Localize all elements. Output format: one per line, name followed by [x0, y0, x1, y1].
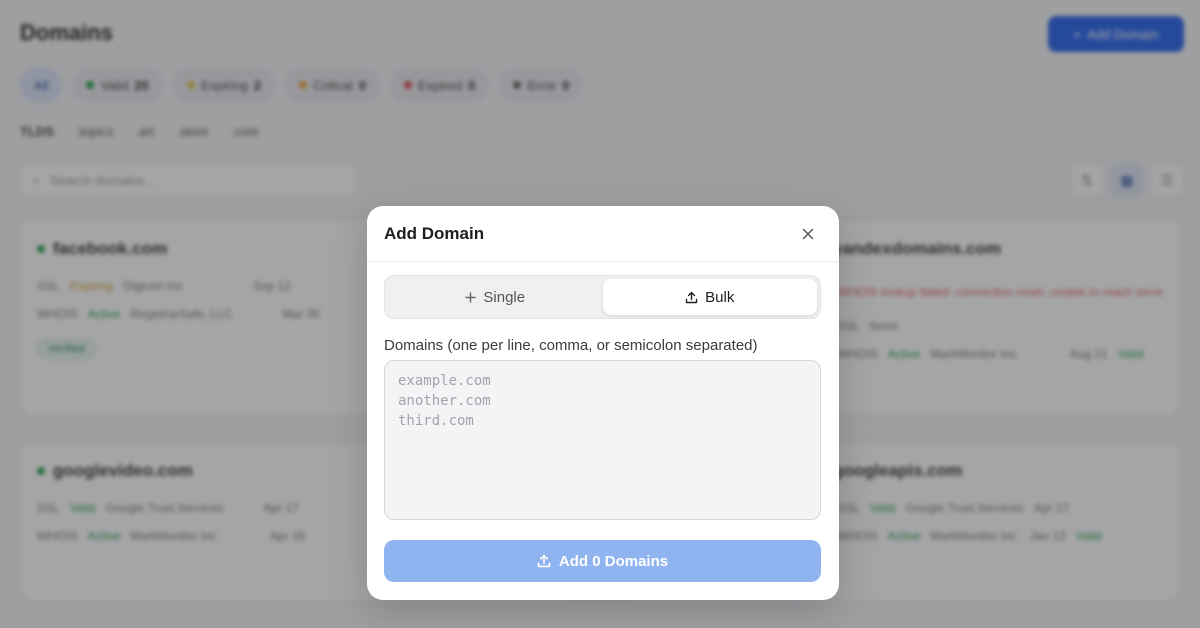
mode-tabs: Single Bulk — [384, 275, 821, 319]
domains-textarea[interactable] — [384, 360, 821, 520]
upload-icon — [537, 554, 551, 568]
tab-bulk[interactable]: Bulk — [602, 279, 817, 315]
add-domain-dialog: Add Domain Single Bulk Domains (one per … — [367, 206, 839, 600]
dialog-title: Add Domain — [384, 223, 485, 243]
domains-field-label: Domains (one per line, comma, or semicol… — [384, 337, 758, 354]
tab-label: Single — [483, 288, 526, 306]
plus-icon — [465, 291, 477, 303]
submit-label: Add 0 Domains — [558, 552, 669, 570]
dialog-header: Add Domain — [367, 206, 839, 262]
close-button[interactable] — [795, 221, 821, 247]
tab-label: Bulk — [705, 288, 735, 306]
add-domains-button[interactable]: Add 0 Domains — [384, 540, 821, 582]
upload-icon — [685, 291, 698, 304]
tab-single[interactable]: Single — [388, 279, 603, 315]
close-icon — [802, 228, 814, 240]
